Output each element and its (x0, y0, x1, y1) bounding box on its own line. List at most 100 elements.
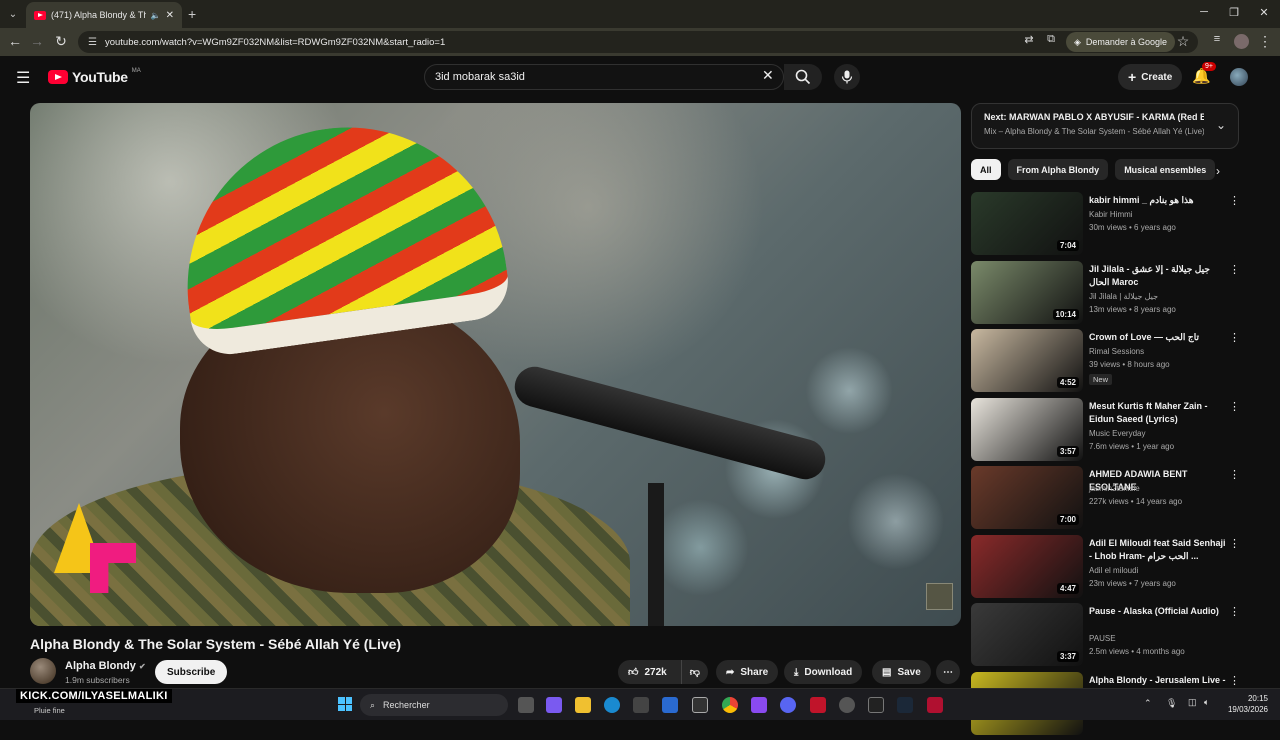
reading-list-icon[interactable]: ≡ (1208, 33, 1226, 45)
network-icon[interactable]: ◫ (1188, 697, 1197, 708)
translate-icon[interactable]: ⇄ (1020, 33, 1038, 46)
hamburger-menu-icon[interactable]: ☰ (16, 68, 30, 88)
recommendation-channel[interactable]: Music Everyday (1089, 429, 1145, 438)
recommendation-channel[interactable]: Rimal Sessions (1089, 347, 1144, 356)
app-icon-badge[interactable] (927, 697, 943, 713)
more-vert-icon[interactable]: ⋮ (1229, 263, 1240, 276)
back-icon[interactable]: ← (6, 33, 24, 49)
channel-name[interactable]: Alpha Blondy ✔ (65, 660, 146, 672)
close-window-icon[interactable]: ✕ (1254, 6, 1274, 19)
volume-icon[interactable]: 🔈︎ (1204, 697, 1209, 708)
share-button[interactable]: ➦ Share (716, 660, 778, 684)
mic-tray-icon[interactable]: 🎙︎ (1166, 698, 1177, 709)
snipping-tool-icon[interactable] (692, 697, 708, 713)
download-button[interactable]: ⤓ Download (784, 660, 862, 684)
restore-icon[interactable]: ❐ (1224, 6, 1244, 19)
app-icon-red[interactable] (810, 697, 826, 713)
outlook-icon[interactable] (662, 697, 678, 713)
more-vert-icon[interactable]: ⋮ (1229, 194, 1240, 207)
chevron-up-icon[interactable]: ⌃ (1144, 698, 1152, 709)
tab-close-icon[interactable]: ✕ (166, 10, 174, 21)
dislike-button[interactable]: 👎︎ (681, 660, 708, 684)
reload-icon[interactable]: ↻ (52, 33, 70, 50)
video-thumbnail[interactable]: 10:14 (971, 261, 1083, 324)
store-icon[interactable] (633, 697, 649, 713)
new-tab-icon[interactable]: + (188, 6, 196, 22)
file-explorer-icon[interactable] (575, 697, 591, 713)
profile-avatar[interactable] (1234, 34, 1249, 49)
video-thumbnail[interactable]: 3:57 (971, 398, 1083, 461)
ask-google-button[interactable]: ◈ Demander à Google (1066, 32, 1175, 52)
recommendation-channel[interactable]: jasmin2tunisie (1089, 484, 1140, 493)
chip-musical-ensembles[interactable]: Musical ensembles (1115, 159, 1215, 180)
system-clock[interactable]: 20:15 19/03/2026 (1220, 693, 1268, 715)
taskbar-search[interactable]: ⌕ Rechercher (360, 694, 508, 716)
recommendation-title[interactable]: Jil Jilala - جيل جيلالة - إلا عشق الحال … (1089, 263, 1227, 289)
recommendation-title[interactable]: Crown of Love — تاج الحب (1089, 331, 1227, 344)
minimize-icon[interactable]: ─ (1194, 6, 1214, 18)
app-icon-dark[interactable] (868, 697, 884, 713)
more-vert-icon[interactable]: ⋮ (1229, 674, 1240, 687)
recommendation-channel[interactable]: Adil el miloudi (1089, 566, 1138, 575)
more-vert-icon[interactable]: ⋮ (1229, 605, 1240, 618)
recommendation-channel[interactable]: Kabir Himmi (1089, 210, 1133, 219)
copilot-icon[interactable] (546, 697, 562, 713)
bookmark-star-icon[interactable]: ☆ (1174, 33, 1192, 50)
chevron-down-icon[interactable]: ⌄ (1216, 118, 1226, 132)
chip-all[interactable]: All (971, 159, 1001, 180)
recommendation-title[interactable]: Alpha Blondy - Jerusalem Live - (1089, 674, 1227, 687)
windows-start-icon[interactable] (338, 697, 352, 711)
more-vert-icon[interactable]: ⋮ (1229, 331, 1240, 344)
chip-from-alpha-blondy[interactable]: From Alpha Blondy (1008, 159, 1109, 180)
recommendation-title[interactable]: Adil El Miloudi feat Said Senhaji - Lhob… (1089, 537, 1227, 563)
video-thumbnail[interactable]: 7:04 (971, 192, 1083, 255)
more-vert-icon[interactable]: ⋮ (1229, 468, 1240, 481)
youtube-logo[interactable]: YouTube MA (48, 69, 141, 85)
more-actions-button[interactable]: ⋯ (936, 660, 960, 684)
app-icon-circle[interactable] (839, 697, 855, 713)
clear-search-icon[interactable]: ✕ (762, 67, 774, 84)
recommendation-item[interactable]: 3:57Mesut Kurtis ft Maher Zain - Eidun S… (971, 398, 1251, 467)
video-thumbnail[interactable]: 4:52 (971, 329, 1083, 392)
voice-search-button[interactable] (834, 64, 860, 90)
steam-icon[interactable] (897, 697, 913, 713)
recommendation-item[interactable]: 4:52 Crown of Love — تاج الحب Rimal Sessio… (971, 329, 1251, 398)
site-info-icon[interactable]: ☰ (88, 37, 97, 48)
recommendation-title[interactable]: Mesut Kurtis ft Maher Zain - Eidun Saeed… (1089, 400, 1227, 426)
video-thumbnail[interactable]: 7:00 (971, 466, 1083, 529)
discord-icon[interactable] (780, 697, 796, 713)
browser-menu-icon[interactable]: ⋮ (1256, 33, 1274, 50)
recommendation-item[interactable]: 3:37 Pause - Alaska (Official Audio) PAUSE… (971, 603, 1251, 672)
create-button[interactable]: + Create (1118, 64, 1182, 90)
channel-watermark-thumbnail[interactable] (926, 583, 953, 610)
recommendation-channel[interactable]: Jil Jilala | جيل جيلالة (1089, 292, 1158, 301)
tab-search-icon[interactable]: ⌄ (4, 5, 22, 23)
up-next-panel[interactable]: Next: MARWAN PABLO X ABYUSIF - KARMA (Re… (971, 103, 1239, 149)
recommendation-title[interactable]: kabir himmi _ هذا هو بنادم (1089, 194, 1227, 207)
subscribe-button[interactable]: Subscribe (155, 660, 227, 684)
install-app-icon[interactable]: ⧉ (1042, 33, 1060, 46)
browser-tab[interactable]: (471) Alpha Blondy & The S 🔈 ✕ (26, 2, 182, 28)
forward-icon[interactable]: → (28, 33, 46, 49)
recommendation-item[interactable]: 7:04 kabir himmi _ هذا هو بنادم Kabir Himm… (971, 192, 1251, 261)
edge-icon[interactable] (604, 697, 620, 713)
weather-text[interactable]: Pluie fine (34, 706, 65, 715)
recommendation-title[interactable]: Pause - Alaska (Official Audio) (1089, 605, 1227, 618)
more-vert-icon[interactable]: ⋮ (1229, 400, 1240, 413)
video-thumbnail[interactable]: 4:47 (971, 535, 1083, 598)
video-player[interactable] (30, 103, 961, 626)
search-input[interactable]: 3id mobarak sa3id (424, 64, 784, 90)
recommendation-item[interactable]: 7:00AHMED ADAWIA BENT ESOLTANEjasmin2tun… (971, 466, 1251, 535)
channel-avatar[interactable] (30, 658, 56, 684)
chevron-right-icon[interactable]: › (1216, 164, 1220, 178)
recommendation-item[interactable]: 10:14Jil Jilala - جيل جيلالة - إلا عشق ا… (971, 261, 1251, 330)
recommendation-channel[interactable]: PAUSE (1089, 634, 1116, 643)
speaker-icon[interactable]: 🔈 (151, 11, 161, 20)
game-app-icon[interactable] (751, 697, 767, 713)
video-thumbnail[interactable]: 3:37 (971, 603, 1083, 666)
save-button[interactable]: ▤ Save (872, 660, 931, 684)
like-button[interactable]: 👍︎ 272k (618, 660, 675, 684)
more-vert-icon[interactable]: ⋮ (1229, 537, 1240, 550)
search-button[interactable] (784, 64, 822, 90)
account-avatar[interactable] (1230, 68, 1248, 86)
